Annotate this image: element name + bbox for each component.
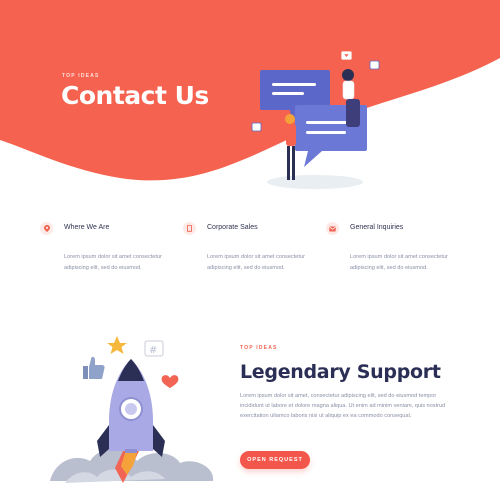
info-text: Lorem ipsum dolor sit amet consectetur a… <box>64 254 162 271</box>
chat-people-illustration <box>251 50 380 189</box>
info-heading: Where We Are <box>64 224 110 231</box>
info-heading: Corporate Sales <box>207 224 258 231</box>
info-text: Lorem ipsum dolor sit amet consectetur a… <box>350 254 448 271</box>
info-heading: General Inquiries <box>350 224 404 231</box>
mail-icon <box>326 222 339 235</box>
support-eyebrow: TOP IDEAS <box>240 345 278 351</box>
rocket-illustration: # <box>50 336 214 483</box>
map-pin-icon <box>40 222 53 235</box>
support-title: Legendary Support <box>240 361 441 383</box>
support-text: Lorem ipsum dolor sit amet, consectetur … <box>240 393 446 420</box>
hero-section: TOP IDEAS Contact Us <box>0 0 500 200</box>
open-request-button[interactable]: OPEN REQUEST <box>240 451 310 469</box>
info-text: Lorem ipsum dolor sit amet consectetur a… <box>207 254 305 271</box>
phone-icon <box>183 222 196 235</box>
page-title: Contact Us <box>61 81 209 110</box>
hero-eyebrow: TOP IDEAS <box>62 73 100 79</box>
svg-text:#: # <box>149 345 157 356</box>
